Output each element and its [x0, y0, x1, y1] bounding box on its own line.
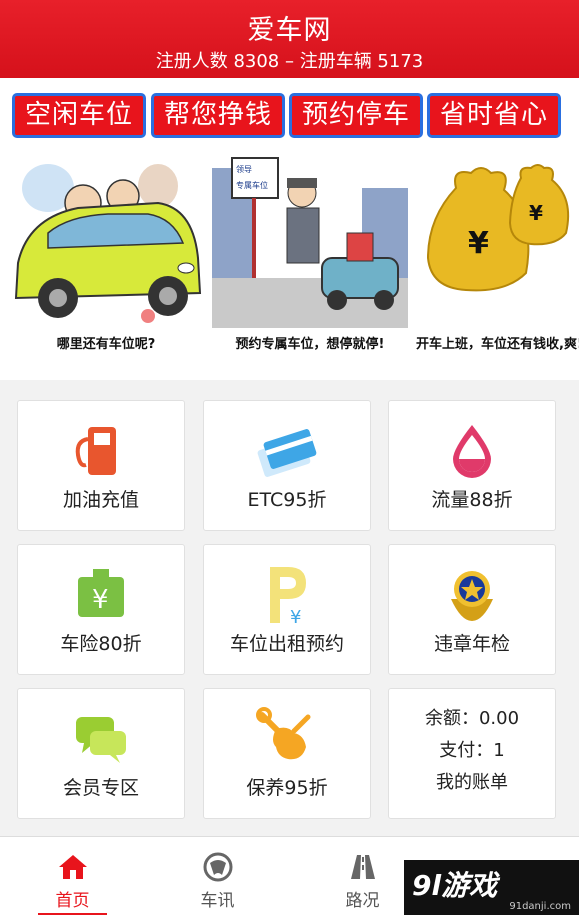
tag-free-parking-button[interactable]: 空闲车位: [12, 93, 146, 138]
svg-text:¥: ¥: [529, 201, 543, 225]
news-icon: [203, 852, 232, 882]
parking-yen-icon: ¥: [270, 567, 306, 625]
road-icon: [350, 855, 375, 879]
my-bill-link[interactable]: 我的账单: [389, 767, 555, 799]
watermark-logo: 9l游戏: [412, 869, 498, 902]
tile-label: 保养95折: [246, 777, 328, 799]
feature-tags: 空闲车位 帮您挣钱 预约停车 省时省心: [0, 78, 579, 148]
promo-banner[interactable]: 哪里还有车位呢? 领导 专属车位 预约专属车位，想停就停! ¥ ¥ 开车上班，车…: [0, 148, 579, 380]
home-icon: [58, 855, 87, 879]
banner-caption-2: 预约专属车位，想停就停!: [235, 337, 385, 352]
nav-label: 车讯: [200, 891, 235, 911]
tile-parking-rental[interactable]: ¥ 车位出租预约: [203, 544, 371, 675]
tile-label: 车险80折: [60, 633, 142, 655]
registration-stats: 注册人数 8308 – 注册车辆 5173: [155, 51, 424, 72]
tile-label: 流量88折: [431, 489, 513, 511]
banner-slide-1[interactable]: 哪里还有车位呢?: [8, 148, 204, 380]
tile-fuel-recharge[interactable]: 加油充值: [17, 400, 185, 531]
money-bags-illustration: ¥ ¥: [426, 164, 570, 292]
account-summary: 余额：0.00 支付：1 我的账单: [389, 689, 555, 799]
account-payment: 支付：1: [439, 740, 505, 761]
tile-member-zone[interactable]: 会员专区: [17, 688, 185, 819]
banner-caption-1: 哪里还有车位呢?: [56, 337, 156, 352]
watermark-url: 91danji.com: [509, 901, 571, 912]
tile-violation-inspection[interactable]: 违章年检: [388, 544, 556, 675]
wrench-icon: [256, 707, 311, 760]
nav-label: 首页: [55, 891, 90, 911]
etc-card-icon: [257, 429, 317, 477]
svg-text:¥: ¥: [468, 226, 489, 261]
nav-home[interactable]: 首页: [0, 837, 145, 915]
svg-text:领导: 领导: [236, 164, 252, 174]
tile-label: 加油充值: [62, 489, 139, 511]
nav-news[interactable]: 车讯: [145, 837, 290, 915]
tile-label: 车位出租预约: [229, 633, 344, 655]
tile-my-account[interactable]: 余额：0.00 支付：1 我的账单: [388, 688, 556, 819]
banner-slide-2[interactable]: 领导 专属车位 预约专属车位，想停就停!: [212, 148, 408, 380]
fuel-pump-icon: [75, 427, 116, 475]
tag-earn-money-button[interactable]: 帮您挣钱: [151, 93, 285, 138]
banner-caption-3: 开车上班，车位还有钱收,爽!: [416, 337, 579, 352]
tile-car-insurance[interactable]: ¥ 车险80折: [17, 544, 185, 675]
svg-text:¥: ¥: [290, 607, 301, 625]
account-balance: 余额：0.00: [424, 708, 520, 729]
app-title: 爱车网: [247, 15, 332, 46]
police-badge-icon: [451, 571, 493, 621]
svg-text:¥: ¥: [92, 585, 109, 615]
site-watermark: 9l游戏 91danji.com: [404, 860, 579, 915]
banner-slide-3[interactable]: ¥ ¥ 开车上班，车位还有钱收,爽!: [416, 148, 579, 380]
tile-maintenance[interactable]: 保养95折: [203, 688, 371, 819]
tile-etc[interactable]: ETC95折: [203, 400, 371, 531]
tile-data-plan[interactable]: 流量88折: [388, 400, 556, 531]
crowded-car-illustration: [14, 164, 202, 323]
chat-bubbles-icon: [76, 717, 126, 763]
svg-text:专属车位: 专属车位: [236, 180, 268, 190]
insurance-bag-icon: ¥: [78, 569, 124, 617]
data-drop-icon: [453, 425, 491, 478]
tile-label: 会员专区: [62, 777, 139, 799]
tile-label: 违章年检: [433, 633, 510, 655]
app-header: 爱车网 注册人数 8308 – 注册车辆 5173: [0, 0, 579, 78]
tile-label: ETC95折: [247, 489, 327, 511]
tag-save-time-button[interactable]: 省时省心: [427, 93, 561, 138]
tag-reserve-parking-button[interactable]: 预约停车: [289, 93, 423, 138]
reserved-parking-illustration: 领导 专属车位: [212, 148, 408, 328]
